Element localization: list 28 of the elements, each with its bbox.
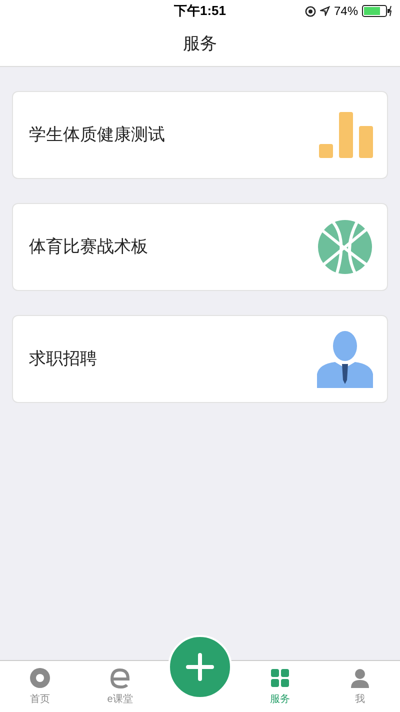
- center-tab-button[interactable]: [168, 635, 232, 699]
- tab-label: 我: [355, 692, 365, 707]
- card-label: 体育比赛战术板: [29, 236, 148, 258]
- tab-label: 服务: [270, 693, 290, 707]
- service-card[interactable]: 体育比赛战术板: [12, 203, 388, 291]
- bar-chart-icon: [319, 112, 373, 158]
- home-tab-icon: [29, 667, 51, 689]
- page-title: 服务: [183, 33, 217, 56]
- location-icon: [320, 6, 330, 16]
- user-icon: [349, 667, 371, 689]
- card-label: 学生体质健康测试: [29, 124, 165, 146]
- tab-item[interactable]: 我: [341, 661, 379, 712]
- basketball-icon: [317, 219, 373, 275]
- lock-rotation-icon: [304, 6, 316, 16]
- service-card[interactable]: 求职招聘: [12, 315, 388, 403]
- battery-icon: [362, 5, 392, 17]
- tab-label: e课堂: [107, 692, 133, 707]
- card-label: 求职招聘: [29, 348, 97, 370]
- grid-icon: [269, 667, 291, 689]
- tab-item[interactable]: 服务: [261, 661, 299, 712]
- e-letter-icon: [109, 667, 131, 689]
- battery-percent: 74%: [334, 3, 358, 20]
- person-icon: [317, 330, 373, 388]
- service-card[interactable]: 学生体质健康测试: [12, 91, 388, 179]
- tab-item[interactable]: e课堂: [99, 661, 141, 712]
- tab-item[interactable]: 首页: [21, 661, 59, 712]
- status-time: 下午1:51: [174, 2, 226, 20]
- tab-label: 首页: [30, 693, 50, 707]
